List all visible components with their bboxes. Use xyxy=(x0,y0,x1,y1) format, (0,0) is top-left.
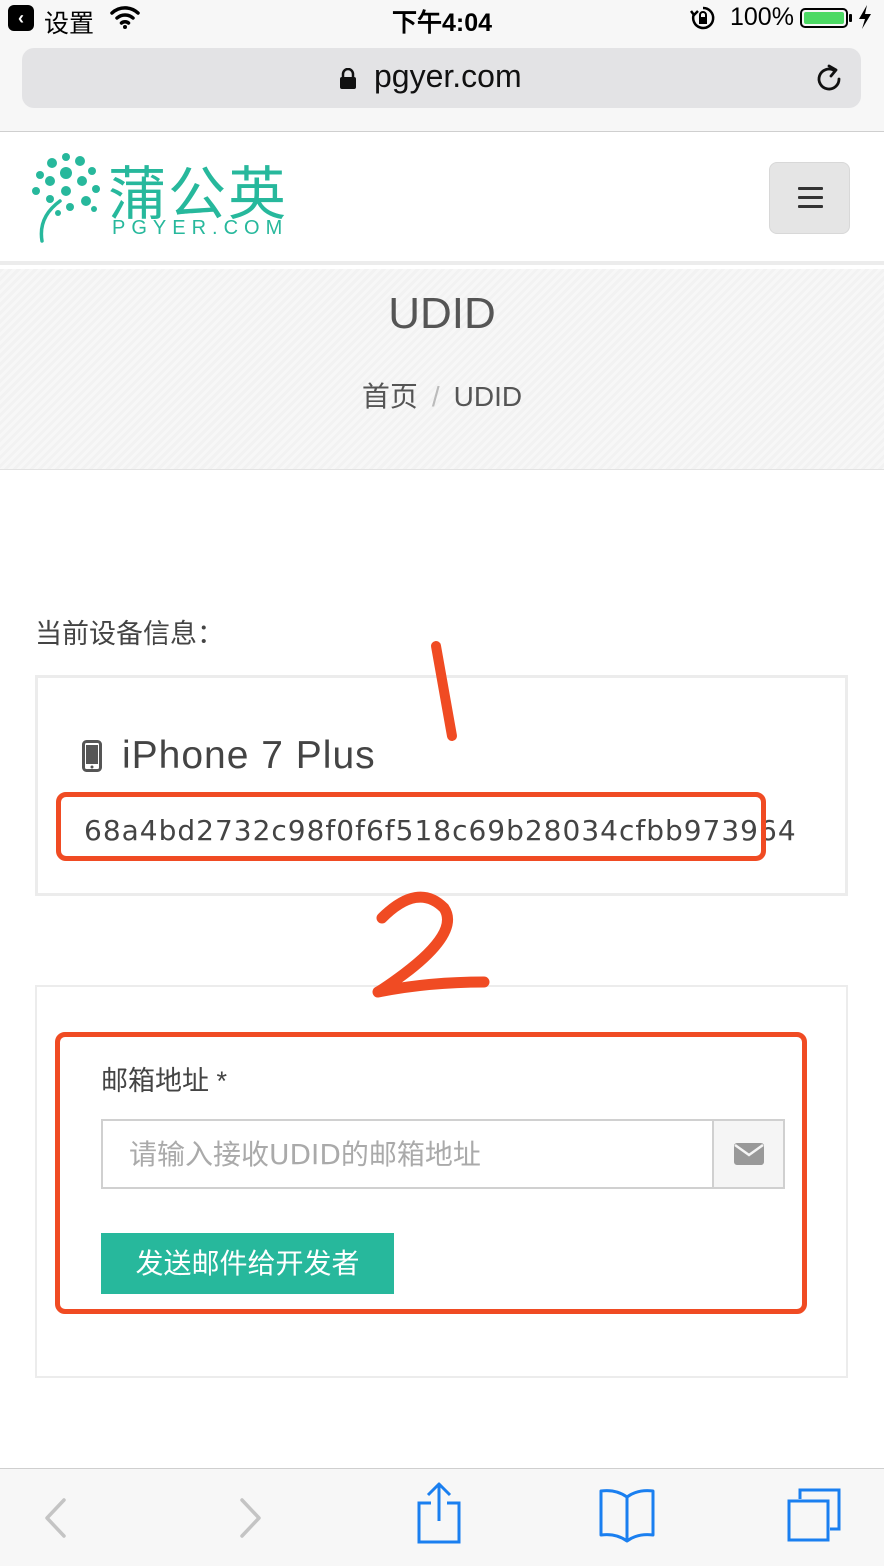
reload-icon[interactable] xyxy=(812,62,846,96)
site-header: 蒲公英 PGYER.COM xyxy=(0,133,884,265)
annotation-number-2 xyxy=(372,891,490,998)
back-icon[interactable] xyxy=(42,1497,70,1539)
annotation-highlight-email-form xyxy=(55,1032,807,1314)
share-icon[interactable] xyxy=(414,1481,464,1545)
battery-percent: 100% xyxy=(730,3,794,31)
tabs-icon[interactable] xyxy=(786,1487,842,1543)
battery-level xyxy=(804,12,844,24)
menu-bar-icon xyxy=(798,187,823,190)
hamburger-menu-button[interactable] xyxy=(769,162,850,234)
browser-address-area: pgyer.com xyxy=(0,36,884,132)
lock-icon xyxy=(340,68,356,89)
dandelion-logo-icon[interactable] xyxy=(30,151,102,243)
battery-cap xyxy=(849,14,852,22)
logo-english-text: PGYER.COM xyxy=(112,217,289,239)
url-text[interactable]: pgyer.com xyxy=(374,58,522,95)
bookmarks-icon[interactable] xyxy=(598,1487,656,1543)
rotation-lock-icon xyxy=(690,6,715,30)
forward-icon[interactable] xyxy=(236,1497,264,1539)
charging-bolt-icon xyxy=(859,5,871,29)
page-banner: UDID 首页 / UDID xyxy=(0,269,884,470)
annotation-highlight-udid xyxy=(56,792,766,861)
device-info-label: 当前设备信息： xyxy=(35,619,224,649)
address-bar[interactable]: pgyer.com xyxy=(22,48,861,108)
breadcrumb-current: UDID xyxy=(453,381,523,412)
breadcrumb-home-link[interactable]: 首页 xyxy=(362,381,418,412)
annotation-number-1 xyxy=(431,641,457,741)
browser-toolbar xyxy=(0,1468,884,1566)
mobile-phone-icon xyxy=(82,740,102,772)
breadcrumb-separator: / xyxy=(431,381,440,412)
breadcrumb: 首页 / UDID xyxy=(0,375,884,415)
status-bar: ‹ 设置 下午4:04 100% xyxy=(0,0,884,38)
menu-bar-icon xyxy=(798,205,823,208)
page-title: UDID xyxy=(388,289,496,338)
menu-bar-icon xyxy=(798,196,823,199)
device-name: iPhone 7 Plus xyxy=(122,734,376,777)
battery-icon xyxy=(800,8,848,28)
